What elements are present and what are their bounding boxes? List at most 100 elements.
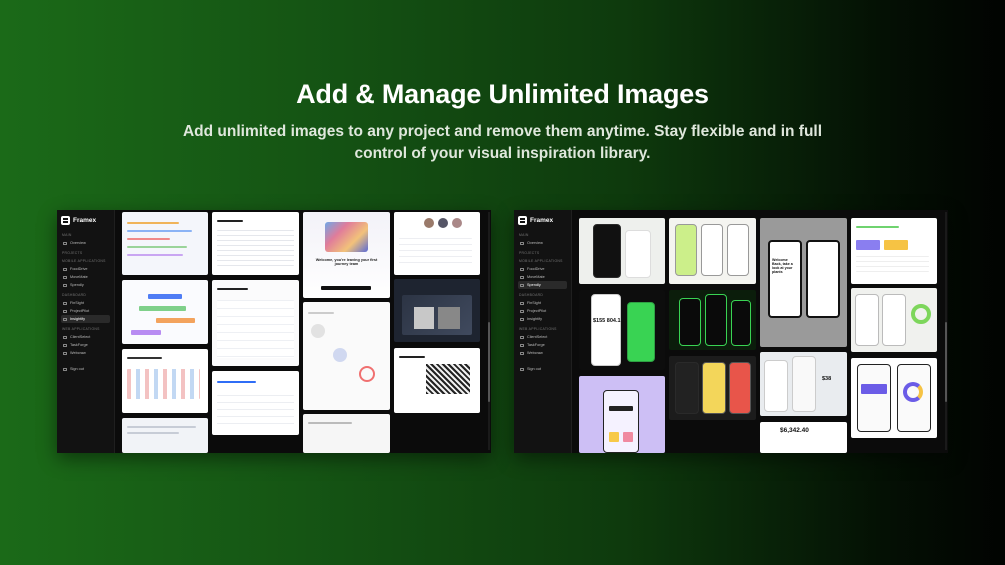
sidebar-item-fooddrive[interactable]: FoodDrive [61,265,110,273]
screenshot-mobile-gallery: Framex MAIN Overview PROJECTS MOBILE APP… [514,210,948,453]
sidebar-section-dashboard: DASHBOARD [62,293,87,297]
folder-icon [63,317,67,321]
sidebar-section-dashboard: DASHBOARD [519,293,544,297]
balance-amount-secondary: $6,342.40 [780,427,809,434]
sidebar-item-movemate[interactable]: MoveMate [61,273,110,281]
folder-icon [63,283,67,287]
sidebar-item-overview[interactable]: Overview [518,239,567,247]
sidebar-item-finsight[interactable]: FinSight [518,299,567,307]
image-gallery: Welcome, you're leaving your first journ… [120,210,491,453]
gallery-image[interactable] [851,218,937,284]
sidebar-section-mobile: MOBILE APPLICATIONS [519,259,563,263]
gallery-image[interactable] [303,414,390,453]
sidebar-item-insightify[interactable]: Insightify [61,315,110,323]
welcome-card-text: Welcome, you're leaving your first journ… [315,258,378,266]
folder-icon [520,335,524,339]
sign-out-button[interactable]: Sign out [61,365,110,373]
sidebar-item-finsight[interactable]: FinSight [61,299,110,307]
scrollbar-thumb[interactable] [488,322,490,402]
folder-icon [63,275,67,279]
gallery-scrollbar[interactable] [488,212,490,450]
folder-icon [520,267,524,271]
sidebar-section-mobile: MOBILE APPLICATIONS [62,259,106,263]
price-amount: $38 [822,376,832,382]
gallery-image[interactable] [579,376,665,453]
gallery-image[interactable] [669,356,756,420]
sign-out-button[interactable]: Sign out [518,365,567,373]
sidebar-item-spendly[interactable]: Spendly [518,281,567,289]
app-brand: Framex [518,214,567,226]
gallery-image[interactable]: $38 [760,352,847,416]
sidebar-item-movemate[interactable]: MoveMate [518,273,567,281]
folder-icon [63,309,67,313]
folder-icon [520,343,524,347]
plants-promo-text: Welcome Back, take a look at your plants [772,258,793,274]
app-brand: Framex [61,214,110,226]
sidebar-item-taskforge[interactable]: TaskForge [518,341,567,349]
gallery-image[interactable]: Welcome Back, take a look at your plants [760,218,847,347]
sidebar-item-projectpilot[interactable]: ProjectPilot [518,307,567,315]
gallery-image[interactable] [122,349,208,413]
app-name: Framex [530,216,554,224]
page-subheadline: Add unlimited images to any project and … [182,123,823,162]
sidebar-item-projectpilot[interactable]: ProjectPilot [61,307,110,315]
folder-icon [63,351,67,355]
sidebar-item-spendly[interactable]: Spendly [61,281,110,289]
sidebar-item-taskforge[interactable]: TaskForge [61,341,110,349]
home-icon [63,241,67,245]
folder-icon [520,283,524,287]
sidebar-section-projects: PROJECTS [62,251,83,255]
gallery-image[interactable] [394,279,480,342]
gallery-image[interactable]: $6,342.40 [760,422,847,453]
folder-icon [520,301,524,305]
gallery-image[interactable] [394,212,480,275]
folder-icon [520,351,524,355]
sidebar-item-clientselect[interactable]: ClientSelect [518,333,567,341]
app-sidebar: Framex MAIN Overview PROJECTS MOBILE APP… [514,210,572,453]
ring-chart-icon [911,304,931,324]
balance-amount: $155 804.1 [593,318,621,324]
sidebar-section-web: WEB APPLICATIONS [62,327,100,331]
gallery-image[interactable] [122,418,208,453]
gallery-image[interactable] [122,212,208,275]
abstract-art-image [325,222,368,252]
sidebar-item-insightify[interactable]: Insightify [518,315,567,323]
sidebar-item-clientselect[interactable]: ClientSelect [61,333,110,341]
sidebar-item-webcraw[interactable]: Webcraw [61,349,110,357]
gallery-image[interactable] [122,280,208,344]
folder-icon [63,343,67,347]
framex-logo-icon [61,215,70,225]
gallery-image[interactable] [851,358,937,438]
gallery-image[interactable]: Welcome, you're leaving your first journ… [303,212,390,298]
gallery-image[interactable]: $155 804.1 [579,290,665,370]
gallery-image[interactable] [212,280,299,366]
page-headline: Add & Manage Unlimited Images [296,79,709,109]
sidebar-item-webcraw[interactable]: Webcraw [518,349,567,357]
gallery-image[interactable] [669,218,756,284]
sidebar-section-projects: PROJECTS [519,251,540,255]
sidebar-section-main: MAIN [62,233,72,237]
scrollbar-thumb[interactable] [945,322,947,402]
gallery-image[interactable] [212,371,299,435]
sidebar-section-main: MAIN [519,233,529,237]
sign-out-icon [63,367,67,371]
gallery-image[interactable] [669,290,756,350]
gallery-scrollbar[interactable] [945,212,947,450]
gallery-image[interactable] [212,212,299,275]
sidebar-item-fooddrive[interactable]: FoodDrive [518,265,567,273]
sidebar-section-web: WEB APPLICATIONS [519,327,557,331]
sign-out-icon [520,367,524,371]
sidebar-item-overview[interactable]: Overview [61,239,110,247]
gallery-image[interactable] [303,302,390,410]
folder-icon [63,267,67,271]
app-sidebar: Framex MAIN Overview PROJECTS MOBILE APP… [57,210,115,453]
gallery-image[interactable] [394,348,480,413]
folder-icon [520,275,524,279]
gallery-image[interactable] [851,288,937,352]
folder-icon [520,309,524,313]
gallery-image[interactable] [579,218,665,284]
donut-chart-icon [903,382,923,402]
screenshot-dashboard-gallery: Framex MAIN Overview PROJECTS MOBILE APP… [57,210,491,453]
folder-icon [63,335,67,339]
folder-icon [520,317,524,321]
